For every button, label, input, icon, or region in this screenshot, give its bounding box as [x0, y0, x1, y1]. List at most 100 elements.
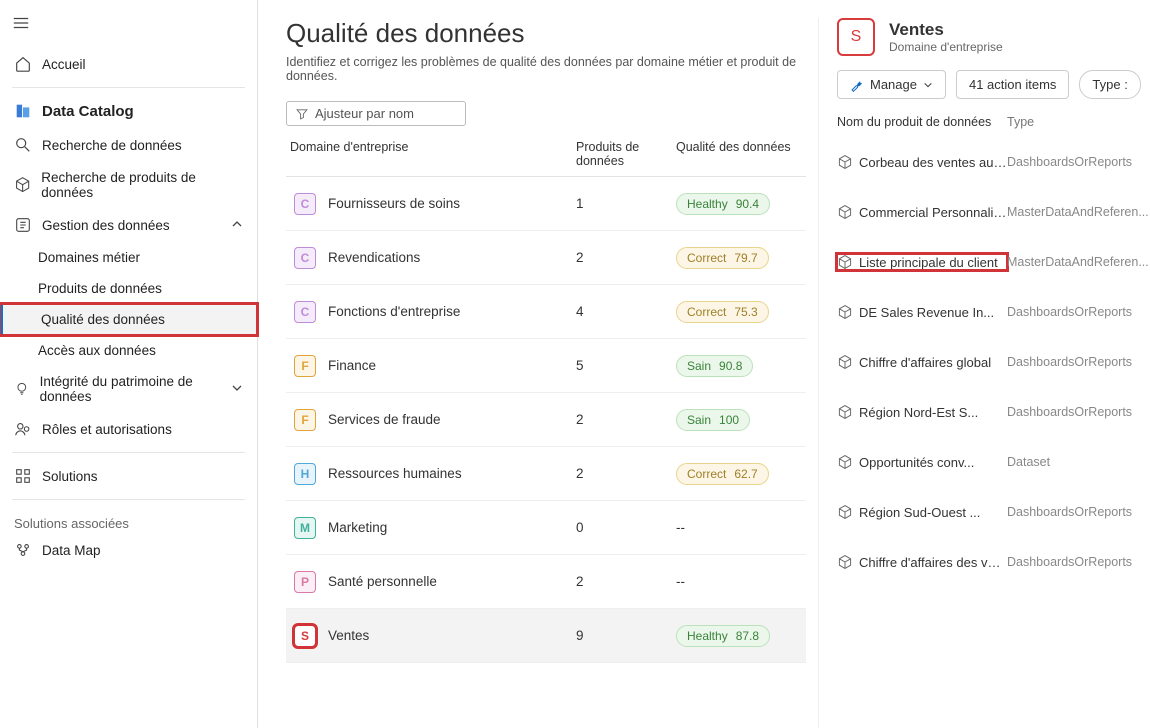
- nav-label: Domaines métier: [38, 250, 140, 265]
- nav-business-domains[interactable]: Domaines métier: [0, 242, 257, 273]
- package-icon: [837, 204, 853, 220]
- domain-badge: S: [837, 18, 875, 56]
- nav-accueil[interactable]: Accueil: [0, 47, 257, 81]
- nav-data-quality[interactable]: Qualité des données: [0, 304, 257, 335]
- product-name: Région Nord-Est S...: [859, 405, 978, 420]
- product-count: 2: [576, 466, 676, 481]
- domain-table: CFournisseurs de soins1Healthy90.4CReven…: [286, 177, 806, 663]
- product-name: Chiffre d'affaires des ventes aux États-…: [859, 555, 1007, 570]
- catalog-icon: [14, 102, 32, 120]
- grid-icon: [14, 467, 32, 485]
- table-row[interactable]: FServices de fraude2Sain100: [286, 393, 806, 447]
- quality-cell: Healthy90.4: [676, 193, 806, 215]
- product-list-header: Nom du produit de données Type: [837, 115, 1150, 137]
- table-row[interactable]: FFinance5Sain90.8: [286, 339, 806, 393]
- product-type: MasterDataAndReferen...: [1007, 205, 1150, 219]
- product-type: Dataset: [1007, 455, 1150, 469]
- main-area: Qualité des données Identifiez et corrig…: [258, 0, 1150, 728]
- table-row[interactable]: HRessources humaines2Correct62.7: [286, 447, 806, 501]
- nav-data-map[interactable]: Data Map: [0, 533, 257, 567]
- hamburger-button[interactable]: [0, 8, 257, 43]
- product-row[interactable]: Région Nord-Est S...DashboardsOrReports: [837, 387, 1150, 437]
- domain-name: Fonctions d'entreprise: [328, 304, 460, 319]
- domain-name: Fournisseurs de soins: [328, 196, 460, 211]
- table-row[interactable]: PSanté personnelle2--: [286, 555, 806, 609]
- nav-label: Rôles et autorisations: [42, 422, 172, 437]
- domain-badge: C: [294, 247, 316, 269]
- nav-patrimony[interactable]: Intégrité du patrimoine de données: [0, 366, 257, 412]
- package-icon: [837, 404, 853, 420]
- nav-manage-data[interactable]: Gestion des données: [0, 208, 257, 242]
- filter-input[interactable]: Ajusteur par nom: [286, 101, 466, 126]
- product-row[interactable]: Région Sud-Ouest ...DashboardsOrReports: [837, 487, 1150, 537]
- domain-badge: H: [294, 463, 316, 485]
- quality-pill: Healthy87.8: [676, 625, 770, 647]
- package-icon: [14, 176, 31, 194]
- rcol-name[interactable]: Nom du produit de données: [837, 115, 1007, 129]
- domain-badge: C: [294, 301, 316, 323]
- chevron-up-icon: [231, 218, 243, 233]
- product-row[interactable]: Chiffre d'affaires des ventes aux États-…: [837, 537, 1150, 587]
- nav-data-catalog[interactable]: Data Catalog: [0, 94, 257, 128]
- product-name-cell: Commercial Personnalisé: [837, 204, 1007, 220]
- table-row[interactable]: CRevendications2Correct79.7: [286, 231, 806, 285]
- nav-label: Gestion des données: [42, 218, 170, 233]
- col-quality[interactable]: Qualité des données: [676, 140, 806, 168]
- nav-label: Intégrité du patrimoine de données: [40, 374, 221, 404]
- domain-badge: S: [294, 625, 316, 647]
- chevron-down-icon: [923, 80, 933, 90]
- filter-placeholder: Ajusteur par nom: [315, 106, 414, 121]
- quality-cell: Correct79.7: [676, 247, 806, 269]
- nav-data-access[interactable]: Accès aux données: [0, 335, 257, 366]
- product-type: DashboardsOrReports: [1007, 505, 1150, 519]
- product-name-cell: Chiffre d'affaires global: [837, 354, 1007, 370]
- product-count: 2: [576, 412, 676, 427]
- quality-pill: Correct75.3: [676, 301, 769, 323]
- domain-name: Ressources humaines: [328, 466, 462, 481]
- package-icon: [837, 304, 853, 320]
- package-icon: [837, 354, 853, 370]
- product-name: Chiffre d'affaires global: [859, 355, 991, 370]
- detail-subtitle: Domaine d'entreprise: [889, 40, 1003, 54]
- nav-data-products[interactable]: Produits de données: [0, 273, 257, 304]
- product-name-cell: Opportunités conv...: [837, 454, 1007, 470]
- table-row[interactable]: MMarketing0--: [286, 501, 806, 555]
- quality-cell: --: [676, 574, 806, 589]
- product-type: DashboardsOrReports: [1007, 155, 1150, 169]
- product-row[interactable]: Corbeau des ventes au CanadaDashboardsOr…: [837, 137, 1150, 187]
- product-name-cell: Chiffre d'affaires des ventes aux États-…: [837, 554, 1007, 570]
- quality-pill: Sain90.8: [676, 355, 753, 377]
- domain-name: Ventes: [328, 628, 369, 643]
- product-row[interactable]: Opportunités conv...Dataset: [837, 437, 1150, 487]
- type-filter-button[interactable]: Type :: [1079, 70, 1140, 99]
- page-title: Qualité des données: [286, 18, 806, 49]
- sidebar: Accueil Data Catalog Recherche de donnée…: [0, 0, 258, 728]
- table-header: Domaine d'entreprise Produits de données…: [286, 134, 806, 177]
- chevron-down-icon: [231, 382, 243, 397]
- package-icon: [837, 154, 853, 170]
- product-row[interactable]: Liste principale du clientMasterDataAndR…: [837, 237, 1150, 287]
- package-icon: [837, 554, 853, 570]
- manage-button[interactable]: Manage: [837, 70, 946, 99]
- domain-badge: F: [294, 355, 316, 377]
- table-row[interactable]: SVentes9Healthy87.8: [286, 609, 806, 663]
- action-items-button[interactable]: 41 action items: [956, 70, 1069, 99]
- domain-badge: F: [294, 409, 316, 431]
- product-row[interactable]: Commercial PersonnaliséMasterDataAndRefe…: [837, 187, 1150, 237]
- quality-pill: Healthy90.4: [676, 193, 770, 215]
- col-products[interactable]: Produits de données: [576, 140, 676, 168]
- nav-associated-label: Solutions associées: [0, 506, 257, 533]
- product-row[interactable]: Chiffre d'affaires global DashboardsOrRep…: [837, 337, 1150, 387]
- table-row[interactable]: CFournisseurs de soins1Healthy90.4: [286, 177, 806, 231]
- nav-search-data[interactable]: Recherche de données: [0, 128, 257, 162]
- product-type: DashboardsOrReports: [1007, 355, 1150, 369]
- nav-search-products[interactable]: Recherche de produits de données: [0, 162, 257, 208]
- product-row[interactable]: DE Sales Revenue In...DashboardsOrReport…: [837, 287, 1150, 337]
- rcol-type[interactable]: Type: [1007, 115, 1150, 129]
- nav-label: Recherche de produits de données: [41, 170, 243, 200]
- col-domain[interactable]: Domaine d'entreprise: [286, 140, 576, 168]
- nav-solutions[interactable]: Solutions: [0, 459, 257, 493]
- table-row[interactable]: CFonctions d'entreprise4Correct75.3: [286, 285, 806, 339]
- nav-roles[interactable]: Rôles et autorisations: [0, 412, 257, 446]
- product-name: Liste principale du client: [859, 255, 998, 270]
